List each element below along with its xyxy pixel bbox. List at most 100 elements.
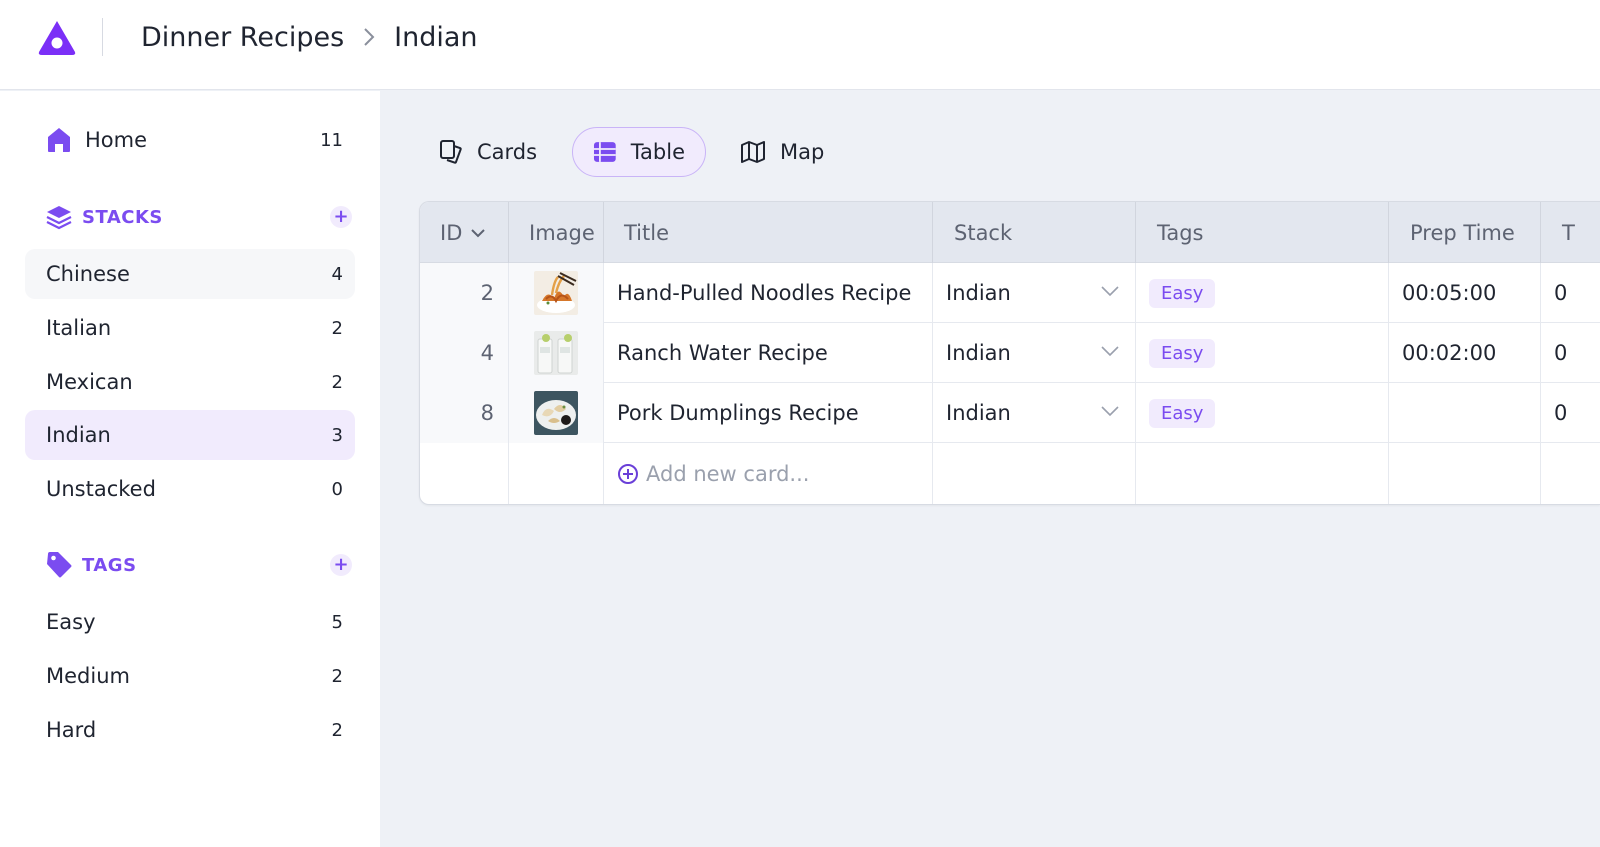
sidebar-item-mexican[interactable]: Mexican 2 (25, 357, 355, 407)
tag-pill[interactable]: Easy (1149, 338, 1216, 368)
sidebar: Home 11 STACKS + Chinese 4 Italian 2 Mex… (0, 91, 380, 847)
empty-cell (509, 443, 604, 504)
sidebar-item-chinese[interactable]: Chinese 4 (25, 249, 355, 299)
sidebar-item-count: 2 (331, 371, 343, 393)
cell-next[interactable]: 0 (1541, 383, 1600, 443)
breadcrumb-item-current: Indian (394, 21, 478, 53)
cell-tags[interactable]: Easy (1136, 383, 1389, 443)
table-row[interactable]: 8 Pork Dumplings Recipe Indian Easy 0 (420, 383, 1600, 443)
cell-image[interactable] (509, 383, 604, 443)
home-icon (48, 128, 70, 152)
table-row[interactable]: 2 Hand-Pulled Noodles Recipe Indian Easy… (420, 263, 1600, 323)
column-header-stack[interactable]: Stack (933, 202, 1136, 263)
sidebar-item-label: Italian (46, 316, 112, 340)
cell-image[interactable] (509, 263, 604, 323)
column-header-label: Image (529, 220, 595, 245)
cell-tags[interactable]: Easy (1136, 263, 1389, 323)
column-header-label: T (1562, 220, 1575, 245)
view-tab-map[interactable]: Map (720, 127, 844, 177)
cell-title[interactable]: Pork Dumplings Recipe (604, 383, 933, 443)
empty-cell (933, 443, 1136, 504)
sidebar-item-italian[interactable]: Italian 2 (25, 303, 355, 353)
chevron-down-icon (1101, 406, 1119, 417)
tag-pill[interactable]: Easy (1149, 278, 1216, 308)
column-header-image[interactable]: Image (509, 202, 604, 263)
sort-chevron-down-icon[interactable] (470, 228, 486, 238)
cell-prep-time[interactable] (1389, 383, 1541, 443)
column-header-title[interactable]: Title (604, 202, 933, 263)
cell-stack-value: Indian (946, 281, 1011, 305)
sidebar-item-label: Chinese (46, 262, 130, 286)
recipe-thumbnail-noodles[interactable] (534, 271, 578, 315)
chevron-down-icon (1101, 286, 1119, 297)
cell-stack-select[interactable]: Indian (933, 263, 1136, 323)
map-icon (741, 141, 765, 163)
tags-section-title: TAGS (82, 554, 137, 576)
column-header-tags[interactable]: Tags (1136, 202, 1389, 263)
cell-prep-time[interactable]: 00:02:00 (1389, 323, 1541, 383)
sidebar-item-label: Medium (46, 664, 130, 688)
app-logo-icon[interactable] (36, 18, 78, 58)
plus-circle-icon (618, 464, 638, 484)
sidebar-item-medium[interactable]: Medium 2 (25, 651, 355, 701)
sidebar-item-count: 5 (331, 611, 343, 633)
cell-stack-select[interactable]: Indian (933, 323, 1136, 383)
sidebar-item-easy[interactable]: Easy 5 (25, 597, 355, 647)
empty-cell (1389, 443, 1541, 504)
cell-title[interactable]: Ranch Water Recipe (604, 323, 933, 383)
add-stack-button[interactable]: + (330, 206, 352, 228)
cell-image[interactable] (509, 323, 604, 383)
table-icon (593, 142, 616, 162)
chevron-right-icon (362, 26, 376, 48)
column-header-label: ID (440, 220, 463, 245)
sidebar-item-count: 2 (331, 317, 343, 339)
sidebar-item-count: 3 (331, 424, 343, 446)
add-new-card-button[interactable]: Add new card... (604, 443, 933, 504)
cell-prep-time[interactable]: 00:05:00 (1389, 263, 1541, 323)
column-header-prep-time[interactable]: Prep Time (1389, 202, 1541, 263)
view-tab-table[interactable]: Table (572, 127, 706, 177)
table-row[interactable]: 4 Ranch Water Recipe Indian Easy 00:02:0… (420, 323, 1600, 383)
sidebar-item-unstacked[interactable]: Unstacked 0 (25, 464, 355, 514)
column-header-label: Tags (1157, 220, 1204, 245)
column-header-id[interactable]: ID (420, 202, 509, 263)
recipe-thumbnail-ranch-water[interactable] (534, 331, 578, 375)
stacks-section-title: STACKS (82, 206, 163, 228)
add-new-card-label: Add new card... (646, 462, 810, 486)
sidebar-item-hard[interactable]: Hard 2 (25, 705, 355, 755)
recipe-thumbnail-dumplings[interactable] (534, 391, 578, 435)
sidebar-item-label: Unstacked (46, 477, 156, 501)
app-header: Dinner Recipes Indian (0, 0, 1600, 90)
sidebar-item-count: 0 (331, 478, 343, 500)
sidebar-item-count: 2 (331, 665, 343, 687)
column-header-label: Title (624, 220, 670, 245)
chevron-down-icon (1101, 346, 1119, 357)
column-header-next[interactable]: T (1541, 202, 1600, 263)
tag-icon (47, 552, 72, 578)
cell-tags[interactable]: Easy (1136, 323, 1389, 383)
tag-pill[interactable]: Easy (1149, 398, 1216, 428)
sidebar-item-indian[interactable]: Indian 3 (25, 410, 355, 460)
sidebar-item-label: Hard (46, 718, 97, 742)
column-header-label: Prep Time (1410, 220, 1515, 245)
layers-icon (46, 206, 72, 230)
sidebar-item-count: 2 (331, 719, 343, 741)
stacks-section-header: STACKS + (46, 202, 352, 232)
recipes-table: ID Image Title Stack Tags Prep Time T 2 (419, 201, 1600, 505)
cell-stack-value: Indian (946, 341, 1011, 365)
sidebar-item-label: Home (85, 128, 148, 152)
empty-cell (1136, 443, 1389, 504)
cell-title[interactable]: Hand-Pulled Noodles Recipe (604, 263, 933, 323)
cell-stack-select[interactable]: Indian (933, 383, 1136, 443)
breadcrumb-item-root[interactable]: Dinner Recipes (141, 22, 344, 53)
sidebar-item-home[interactable]: Home 11 (25, 115, 355, 165)
sidebar-item-count: 11 (320, 129, 343, 151)
cell-next[interactable]: 0 (1541, 263, 1600, 323)
cell-stack-value: Indian (946, 401, 1011, 425)
view-tab-cards[interactable]: Cards (419, 127, 557, 177)
empty-cell (1541, 443, 1600, 504)
add-tag-button[interactable]: + (330, 554, 352, 576)
view-tab-label: Cards (477, 140, 538, 164)
cell-next[interactable]: 0 (1541, 323, 1600, 383)
cell-id: 4 (420, 323, 509, 383)
